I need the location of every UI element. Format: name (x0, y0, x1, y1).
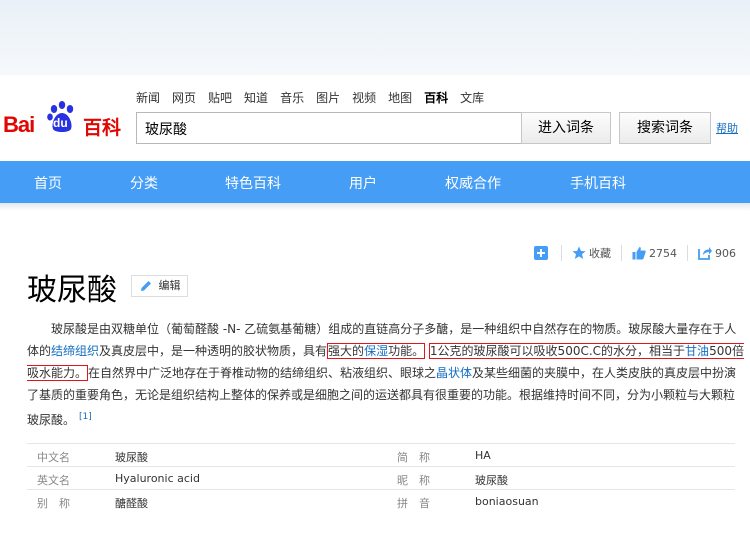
product-nav-item[interactable]: 知道 (244, 89, 268, 106)
highlight-box: 强大的保湿功能。 (327, 343, 426, 359)
main-nav-item-featured[interactable]: 特色百科 (225, 173, 281, 193)
logo-du-text: du (53, 116, 68, 130)
info-value: 玻尿酸 (475, 474, 508, 487)
logo-bai-text: Bai (3, 112, 35, 137)
add-icon[interactable] (534, 246, 548, 260)
summary-text: 1公克的玻尿酸可以吸收500C.C的水分，相当于 (429, 344, 686, 358)
info-key: 中文名 (37, 451, 70, 464)
summary-paragraph: 玻尿酸是由双糖单位（葡萄醛酸 -N- 乙硫氨基葡糖）组成的直链高分子多醣，是一种… (27, 318, 745, 431)
entry-tools: 收藏 2754 906 (534, 245, 736, 261)
product-nav: 新闻 网页 贴吧 知道 音乐 图片 视频 地图 百科 文库 (136, 89, 496, 106)
link-glycerin[interactable]: 甘油 (685, 344, 709, 358)
info-value: boniaosuan (475, 495, 539, 508)
nav-shadow (0, 203, 750, 211)
logo-baike-text: 百科 (83, 117, 122, 139)
info-key: 别 称 (37, 497, 70, 510)
main-nav-item-home[interactable]: 首页 (34, 173, 62, 193)
share-count[interactable]: 906 (715, 247, 736, 260)
like-count[interactable]: 2754 (649, 247, 677, 260)
divider (621, 245, 622, 261)
info-key: 拼 音 (397, 497, 430, 510)
star-icon[interactable] (572, 246, 586, 260)
main-nav-item-user[interactable]: 用户 (349, 173, 377, 193)
summary-text: 及真皮层中，是一种透明的胶状物质，具有 (99, 344, 328, 358)
help-link[interactable]: 帮助 (716, 120, 738, 136)
summary-text: 功能。 (388, 344, 425, 358)
info-value: 醣醛酸 (115, 497, 148, 510)
info-row: 英文名 Hyaluronic acid 昵 称 玻尿酸 (27, 466, 735, 489)
divider (687, 245, 688, 261)
product-nav-item[interactable]: 视频 (352, 89, 376, 106)
info-value: HA (475, 449, 491, 462)
product-nav-item[interactable]: 图片 (316, 89, 340, 106)
enter-entry-button[interactable]: 进入词条 (521, 112, 611, 144)
link-connective-tissue[interactable]: 结缔组织 (51, 344, 99, 358)
pencil-icon (141, 281, 151, 291)
page-title: 玻尿酸 (27, 273, 117, 308)
divider (561, 245, 562, 261)
main-nav: 首页 分类 特色百科 用户 权威合作 手机百科 (0, 161, 750, 203)
product-nav-item[interactable]: 文库 (460, 89, 484, 106)
thumbs-up-icon[interactable] (632, 246, 646, 260)
product-nav-item[interactable]: 新闻 (136, 89, 160, 106)
link-moisturizing[interactable]: 保湿 (364, 344, 388, 358)
top-banner (0, 0, 750, 75)
info-row: 别 称 醣醛酸 拼 音 boniaosuan (27, 489, 735, 512)
baidu-baike-logo[interactable]: Bai du 百科 (3, 96, 125, 144)
main-nav-item-mobile[interactable]: 手机百科 (570, 173, 626, 193)
info-key: 简 称 (397, 451, 430, 464)
info-value: 玻尿酸 (115, 451, 148, 464)
entry-summary: 玻尿酸是由双糖单位（葡萄醛酸 -N- 乙硫氨基葡糖）组成的直链高分子多醣，是一种… (27, 318, 745, 431)
info-key: 昵 称 (397, 474, 430, 487)
info-key: 英文名 (37, 474, 70, 487)
main-nav-item-authority[interactable]: 权威合作 (445, 173, 501, 193)
basic-info-table: 中文名 玻尿酸 简 称 HA 英文名 Hyaluronic acid 昵 称 玻… (27, 443, 735, 512)
reference-link[interactable]: [1] (79, 412, 92, 422)
share-icon[interactable] (698, 246, 712, 260)
edit-button[interactable]: 编辑 (131, 275, 188, 297)
product-nav-item-current[interactable]: 百科 (424, 89, 448, 106)
search-entry-button[interactable]: 搜索词条 (619, 112, 711, 144)
summary-text: 强大的 (328, 344, 365, 358)
product-nav-item[interactable]: 音乐 (280, 89, 304, 106)
info-value: Hyaluronic acid (115, 472, 200, 485)
main-nav-item-category[interactable]: 分类 (130, 173, 158, 193)
product-nav-item[interactable]: 网页 (172, 89, 196, 106)
product-nav-item[interactable]: 贴吧 (208, 89, 232, 106)
product-nav-item[interactable]: 地图 (388, 89, 412, 106)
collect-label[interactable]: 收藏 (589, 245, 611, 261)
link-lens[interactable]: 晶状体 (436, 366, 472, 380)
summary-text: 在自然界中广泛地存在于脊椎动物的结缔组织、粘液组织、眼球之 (88, 366, 437, 380)
search-input[interactable]: 玻尿酸 (136, 112, 521, 144)
edit-label: 编辑 (158, 279, 181, 292)
info-row: 中文名 玻尿酸 简 称 HA (27, 443, 735, 466)
